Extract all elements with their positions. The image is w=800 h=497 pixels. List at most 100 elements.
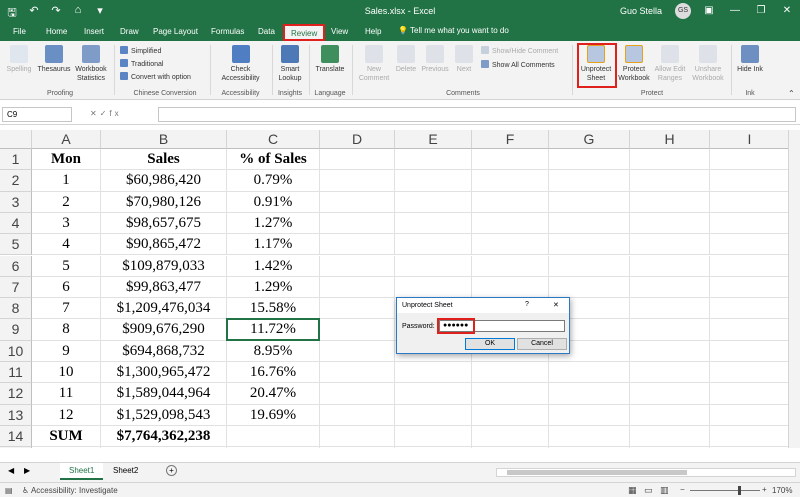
select-all-corner[interactable] — [0, 130, 32, 149]
cell-f14[interactable] — [472, 425, 549, 448]
cell-i2[interactable] — [710, 170, 790, 192]
cell-a1[interactable]: Mon — [32, 149, 101, 171]
cell-c2[interactable]: 0.79% — [227, 170, 320, 192]
column-header-c[interactable]: C — [227, 130, 320, 149]
horizontal-scrollbar[interactable] — [496, 468, 796, 477]
cell-d15[interactable] — [320, 447, 395, 448]
cell-d14[interactable] — [320, 425, 395, 448]
avatar[interactable]: GS — [675, 3, 691, 19]
page-layout-view-icon[interactable]: ▭ — [644, 485, 653, 496]
prev-sheet-icon[interactable]: ◀ — [8, 466, 14, 475]
vertical-scrollbar[interactable] — [788, 130, 800, 448]
row-header[interactable]: 3 — [0, 191, 32, 213]
cell-d9[interactable] — [320, 319, 395, 341]
cell-a4[interactable]: 3 — [32, 212, 101, 235]
workbook-statistics-button[interactable]: Workbook Statistics — [72, 45, 110, 83]
scrollbar-thumb[interactable] — [507, 470, 687, 475]
cell-g3[interactable] — [549, 191, 630, 213]
cell-c7[interactable]: 1.29% — [227, 276, 320, 299]
cell-g14[interactable] — [549, 425, 630, 448]
cell-c8[interactable]: 15.58% — [227, 298, 320, 320]
cell-b14[interactable]: $7,764,362,238 — [101, 425, 227, 448]
cell-d1[interactable] — [320, 149, 395, 171]
protect-workbook-button[interactable]: Protect Workbook — [616, 45, 652, 83]
cell-e15[interactable] — [395, 447, 472, 448]
tab-view[interactable]: View — [331, 27, 348, 36]
cell-b15[interactable] — [101, 447, 227, 448]
cell-d6[interactable] — [320, 255, 395, 277]
minimize-icon[interactable]: — — [722, 0, 748, 23]
cell-g11[interactable] — [549, 362, 630, 384]
cell-c11[interactable]: 16.76% — [227, 362, 320, 384]
cell-b9[interactable]: $909,676,290 — [101, 319, 227, 341]
tab-review[interactable]: Review — [283, 24, 326, 41]
cell-i3[interactable] — [710, 191, 790, 213]
cell-d11[interactable] — [320, 362, 395, 384]
page-break-view-icon[interactable]: ▥ — [660, 485, 669, 496]
row-header[interactable]: 6 — [0, 255, 32, 277]
cell-a9[interactable]: 8 — [32, 319, 101, 341]
row-header[interactable]: 5 — [0, 234, 32, 256]
convert-with-option-button[interactable]: Convert with option — [120, 72, 191, 82]
column-header-i[interactable]: I — [710, 130, 790, 149]
cell-b12[interactable]: $1,589,044,964 — [101, 383, 227, 405]
row-header[interactable]: 1 — [0, 149, 32, 171]
tab-file[interactable]: File — [13, 27, 26, 36]
delete-comment-button[interactable]: Delete — [393, 45, 419, 74]
row-header[interactable]: 7 — [0, 276, 32, 299]
cell-a11[interactable]: 10 — [32, 362, 101, 384]
column-header-a[interactable]: A — [32, 130, 101, 149]
cell-f6[interactable] — [472, 255, 549, 277]
cell-i4[interactable] — [710, 212, 790, 235]
cell-b4[interactable]: $98,657,675 — [101, 212, 227, 235]
cell-i6[interactable] — [710, 255, 790, 277]
cell-b5[interactable]: $90,865,472 — [101, 234, 227, 256]
row-header[interactable]: 8 — [0, 298, 32, 320]
cell-f4[interactable] — [472, 212, 549, 235]
tell-me-box[interactable]: 💡 Tell me what you want to do — [398, 26, 509, 35]
cell-f11[interactable] — [472, 362, 549, 384]
row-header[interactable]: 10 — [0, 340, 32, 362]
collapse-ribbon-icon[interactable]: ⌃ — [788, 89, 795, 98]
cell-h4[interactable] — [630, 212, 710, 235]
cell-c10[interactable]: 8.95% — [227, 340, 320, 362]
column-header-d[interactable]: D — [320, 130, 395, 149]
cell-a10[interactable]: 9 — [32, 340, 101, 362]
cell-b13[interactable]: $1,529,098,543 — [101, 404, 227, 426]
insert-function-icon[interactable]: fx — [109, 109, 121, 118]
next-comment-button[interactable]: Next — [452, 45, 476, 74]
cell-e11[interactable] — [395, 362, 472, 384]
formula-input[interactable] — [158, 107, 796, 122]
new-comment-button[interactable]: New Comment — [356, 45, 392, 83]
show-hide-comment-button[interactable]: Show/Hide Comment — [481, 46, 558, 56]
column-header-g[interactable]: G — [549, 130, 630, 149]
cell-h5[interactable] — [630, 234, 710, 256]
cell-h3[interactable] — [630, 191, 710, 213]
normal-view-icon[interactable]: ▦ — [628, 485, 637, 496]
next-sheet-icon[interactable]: ▶ — [24, 466, 30, 475]
zoom-slider-thumb[interactable] — [738, 486, 741, 495]
sheet-tab-sheet1[interactable]: Sheet1 — [60, 463, 104, 480]
cell-i13[interactable] — [710, 404, 790, 426]
cancel-formula-icon[interactable]: ✕ — [90, 109, 100, 118]
sheet-tab-sheet2[interactable]: Sheet2 — [104, 463, 147, 480]
name-box[interactable]: C9 — [2, 107, 72, 122]
row-header[interactable]: 4 — [0, 212, 32, 235]
cell-b10[interactable]: $694,868,732 — [101, 340, 227, 362]
cell-g4[interactable] — [549, 212, 630, 235]
column-header-h[interactable]: H — [630, 130, 710, 149]
column-header-b[interactable]: B — [101, 130, 227, 149]
cell-h7[interactable] — [630, 276, 710, 299]
cell-d8[interactable] — [320, 298, 395, 320]
tab-draw[interactable]: Draw — [120, 27, 139, 36]
row-header[interactable]: 12 — [0, 383, 32, 405]
cell-h12[interactable] — [630, 383, 710, 405]
cell-e12[interactable] — [395, 383, 472, 405]
cell-g5[interactable] — [549, 234, 630, 256]
cancel-button[interactable]: Cancel — [517, 338, 567, 350]
cell-i7[interactable] — [710, 276, 790, 299]
ok-button[interactable]: OK — [465, 338, 515, 350]
cell-h9[interactable] — [630, 319, 710, 341]
zoom-slider[interactable] — [690, 490, 760, 491]
cell-g15[interactable] — [549, 447, 630, 448]
